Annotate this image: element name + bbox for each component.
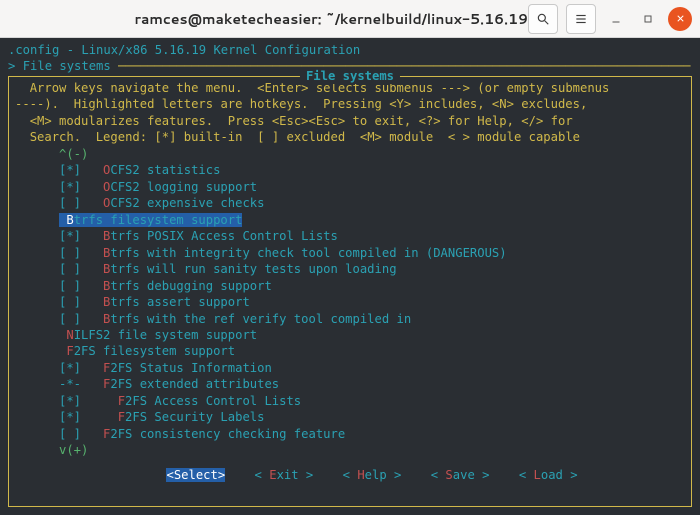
menu-list[interactable]: [*] OCFS2 statistics[*] OCFS2 logging su… <box>59 162 685 442</box>
menu-item[interactable]: [ ] Btrfs with integrity check tool comp… <box>59 245 685 261</box>
scroll-up-indicator: ^(-) <box>59 146 685 162</box>
window-titlebar: ramces@maketecheasier: ~/kernelbuild/lin… <box>0 0 700 38</box>
menu-item[interactable]: [ ] OCFS2 expensive checks <box>59 195 685 211</box>
select-button[interactable]: <Select> <box>166 468 225 482</box>
frame-title: File systems <box>300 68 400 84</box>
minimize-icon <box>610 13 622 25</box>
menu-item[interactable]: [ ] Btrfs assert support <box>59 294 685 310</box>
search-icon <box>536 12 550 26</box>
menu-item[interactable]: F2FS filesystem support <box>59 343 685 359</box>
menu-item[interactable]: [*] OCFS2 statistics <box>59 162 685 178</box>
menu-item[interactable]: NILFS2 file system support <box>59 327 685 343</box>
config-header: .config - Linux/x86 5.16.19 Kernel Confi… <box>8 42 692 58</box>
menu-item[interactable]: [ ] Btrfs debugging support <box>59 278 685 294</box>
terminal[interactable]: .config - Linux/x86 5.16.19 Kernel Confi… <box>0 38 700 515</box>
menu-item[interactable]: [ ] Btrfs will run sanity tests upon loa… <box>59 261 685 277</box>
save-button[interactable]: < Save > <box>431 468 490 482</box>
menu-item[interactable]: [*] F2FS Status Information <box>59 360 685 376</box>
load-button[interactable]: < Load > <box>519 468 578 482</box>
menu-item[interactable]: [*] Btrfs POSIX Access Control Lists <box>59 228 685 244</box>
menu-item[interactable]: [*] F2FS Access Control Lists <box>59 393 685 409</box>
menu-item[interactable]: [*] OCFS2 logging support <box>59 179 685 195</box>
maximize-icon <box>642 13 654 25</box>
close-button[interactable] <box>668 7 692 31</box>
menu-frame: File systems Arrow keys navigate the men… <box>8 76 692 507</box>
close-icon <box>675 13 686 24</box>
button-row: <Select> < Exit > < Help > < Save > < Lo… <box>9 451 691 500</box>
help-button[interactable]: < Help > <box>343 468 402 482</box>
menu-item[interactable]: [*] F2FS Security Labels <box>59 409 685 425</box>
menu-item[interactable]: Btrfs filesystem support <box>59 212 685 228</box>
menu-button[interactable] <box>566 4 596 34</box>
menu-item[interactable]: [ ] F2FS consistency checking feature <box>59 426 685 442</box>
window-title: ramces@maketecheasier: ~/kernelbuild/lin… <box>134 9 528 29</box>
maximize-button[interactable] <box>636 7 660 31</box>
help-text: Arrow keys navigate the menu. <Enter> se… <box>15 80 685 146</box>
menu-item[interactable]: -*- F2FS extended attributes <box>59 376 685 392</box>
hamburger-icon <box>574 12 588 26</box>
minimize-button[interactable] <box>604 7 628 31</box>
search-button[interactable] <box>528 4 558 34</box>
exit-button[interactable]: < Exit > <box>255 468 314 482</box>
menu-item[interactable]: [ ] Btrfs with the ref verify tool compi… <box>59 311 685 327</box>
